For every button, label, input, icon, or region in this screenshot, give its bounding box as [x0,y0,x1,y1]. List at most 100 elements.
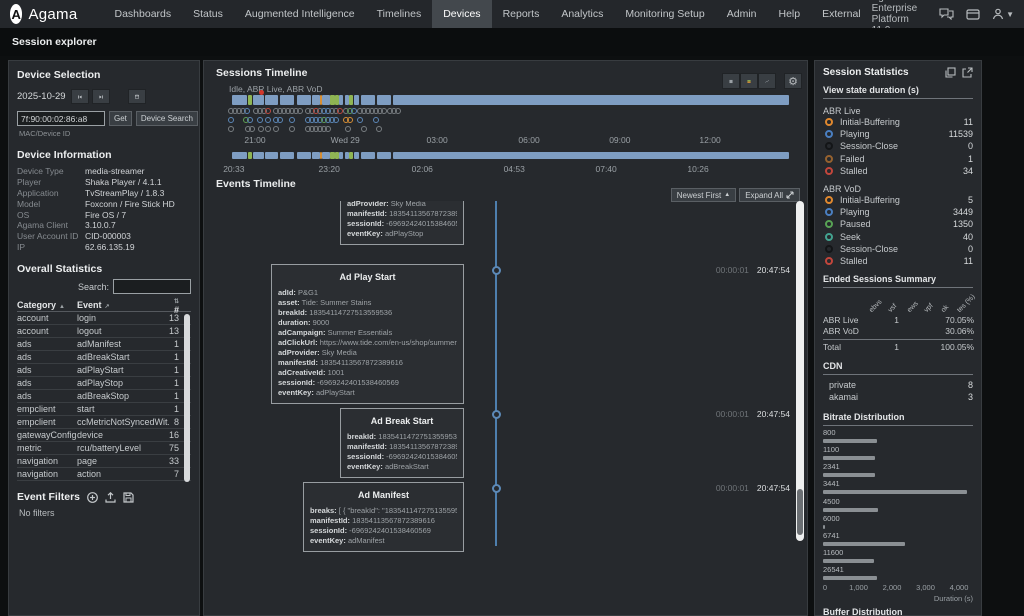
table-scrollbar-thumb[interactable] [184,314,190,482]
ended-cell: 3 [933,326,950,336]
table-row[interactable]: empclientstart1 [17,403,191,416]
state-value: 11539 [949,129,973,139]
nav-item-status[interactable]: Status [182,0,234,28]
brand-name: Agama [28,6,77,23]
nav-item-devices[interactable]: Devices [432,0,491,28]
event-card[interactable]: Ad Manifestbreaks: [ { "breakId": "18354… [303,482,464,552]
save-filter-icon[interactable] [123,492,134,503]
state-ring-icon [825,130,833,138]
block-view-button[interactable] [722,73,740,89]
axis-tick-label: 23:20 [319,164,340,174]
session-explorer-screen: A Agama DashboardsStatusAugmented Intell… [0,0,1024,616]
get-button[interactable]: Get [109,111,132,126]
timeline-segment [232,152,247,159]
column-count[interactable]: ⇅ # [169,295,191,315]
mac-device-id-input[interactable] [17,111,105,126]
cell-category: empclient [17,417,77,427]
calendar-button[interactable] [128,89,146,104]
table-row[interactable]: metricrcu/batteryLevel75 [17,442,191,455]
sessions-mini-timeline-bar[interactable] [219,152,790,159]
event-card[interactable]: Ad Break Start breakId: 18354114727513559… [340,408,464,478]
copy-icon[interactable] [945,67,956,78]
table-row[interactable]: navigationpage33 [17,455,191,468]
timeline-segment [280,152,294,159]
event-field: sessionId: -6969242401538460569 [310,526,457,536]
ended-sessions-row: Total1100.05% [823,341,973,353]
nav-item-augmented-intelligence[interactable]: Augmented Intelligence [234,0,366,28]
expand-all-button[interactable]: Expand All [739,188,800,202]
bitrate-bar-row: 6741 [823,532,973,546]
line-chart-view-button[interactable] [758,73,776,89]
prev-day-button[interactable] [71,89,89,104]
table-row[interactable]: adsadBreakStop1 [17,390,191,403]
table-row[interactable]: accountlogout13 [17,325,191,338]
bitrate-bar-row: 800 [823,429,973,443]
ended-cell: 1 [881,315,899,325]
state-view-button[interactable] [740,73,758,89]
add-filter-icon[interactable] [87,492,98,503]
event-timestamp: 00:00:0120:47:54 [716,483,790,493]
event-card-title: Ad Manifest [310,490,457,500]
column-event[interactable]: Event↗ [77,300,169,310]
event-card[interactable]: Ad Play StartadId: P&G1asset: Tide: Summ… [271,264,464,404]
cell-category: metric [17,443,77,453]
nav-item-help[interactable]: Help [768,0,812,28]
upload-filter-icon[interactable] [105,492,116,503]
info-value: media-streamer [85,166,145,176]
ended-column-label: tes (%) [956,293,977,314]
nav-item-admin[interactable]: Admin [716,0,768,28]
timeline-settings-gear-icon[interactable]: ⚙ [784,73,802,89]
sort-asc-icon: ▲ [724,192,730,198]
nav-item-analytics[interactable]: Analytics [550,0,614,28]
table-row[interactable]: navigationaction7 [17,468,191,481]
search-input[interactable] [113,279,191,294]
wallet-icon[interactable] [966,9,980,20]
bitrate-bar [823,456,875,460]
event-card[interactable]: adProvider: Sky MediamanifestId: 1835411… [340,201,464,245]
table-row[interactable]: adsadPlayStop1 [17,377,191,390]
table-row[interactable]: gatewayConfigdevice16 [17,429,191,442]
nav-item-monitoring-setup[interactable]: Monitoring Setup [614,0,715,28]
device-info-row: Agama Client3.10.0.7 [17,220,191,231]
column-category[interactable]: Category▲ [17,300,77,310]
chevron-down-icon: ▼ [1006,10,1014,19]
device-search-button[interactable]: Device Search [136,111,198,126]
chat-icon[interactable] [939,8,954,20]
state-ring-icon [825,167,833,175]
nav-item-dashboards[interactable]: Dashboards [104,0,183,28]
timeline-segment [349,95,353,105]
table-row[interactable]: adsadManifest1 [17,338,191,351]
events-scrollbar-thumb[interactable] [797,489,803,535]
nav-item-timelines[interactable]: Timelines [366,0,433,28]
event-card-title: Ad Break Start [347,416,457,426]
event-dot [347,117,353,123]
events-scrollbar[interactable] [796,201,804,541]
axis-tick-label: 04:53 [504,164,525,174]
sessions-main-timeline-bar[interactable] [219,95,790,105]
timeline-segment [393,152,789,159]
cell-event: rcu/batteryLevel [77,443,169,453]
user-menu-icon[interactable]: ▼ [992,8,1014,20]
ended-column-label: ews [906,300,920,314]
table-row[interactable]: empclientccMetricNotSyncedWit...8 [17,416,191,429]
bitrate-category-label: 800 [823,429,973,437]
nav-item-external[interactable]: External [811,0,872,28]
table-row[interactable]: adsadPlayStart1 [17,364,191,377]
timeline-segment [354,95,359,105]
newest-first-button[interactable]: Newest First▲ [671,188,736,202]
info-label: Agama Client [17,220,85,230]
event-field: breakId: 18354114727513559536 [347,432,457,442]
table-row[interactable]: adsadBreakStart1 [17,351,191,364]
timeline-axis-bottom: 20:3323:2002:0604:5307:4010:26 [219,164,790,174]
table-row[interactable]: accountlogin13 [17,312,191,325]
next-day-button[interactable] [92,89,110,104]
events-vertical-line [495,201,497,546]
external-link-icon[interactable] [962,67,973,78]
event-duration: 00:00:01 [716,483,749,493]
axis-tick-label: 07:40 [595,164,616,174]
nav-item-reports[interactable]: Reports [492,0,551,28]
cell-event: ccMetricNotSyncedWit... [77,417,169,427]
state-ring-icon [825,196,833,204]
timeline-node [492,484,501,493]
agama-logo-icon[interactable]: A [10,4,22,24]
